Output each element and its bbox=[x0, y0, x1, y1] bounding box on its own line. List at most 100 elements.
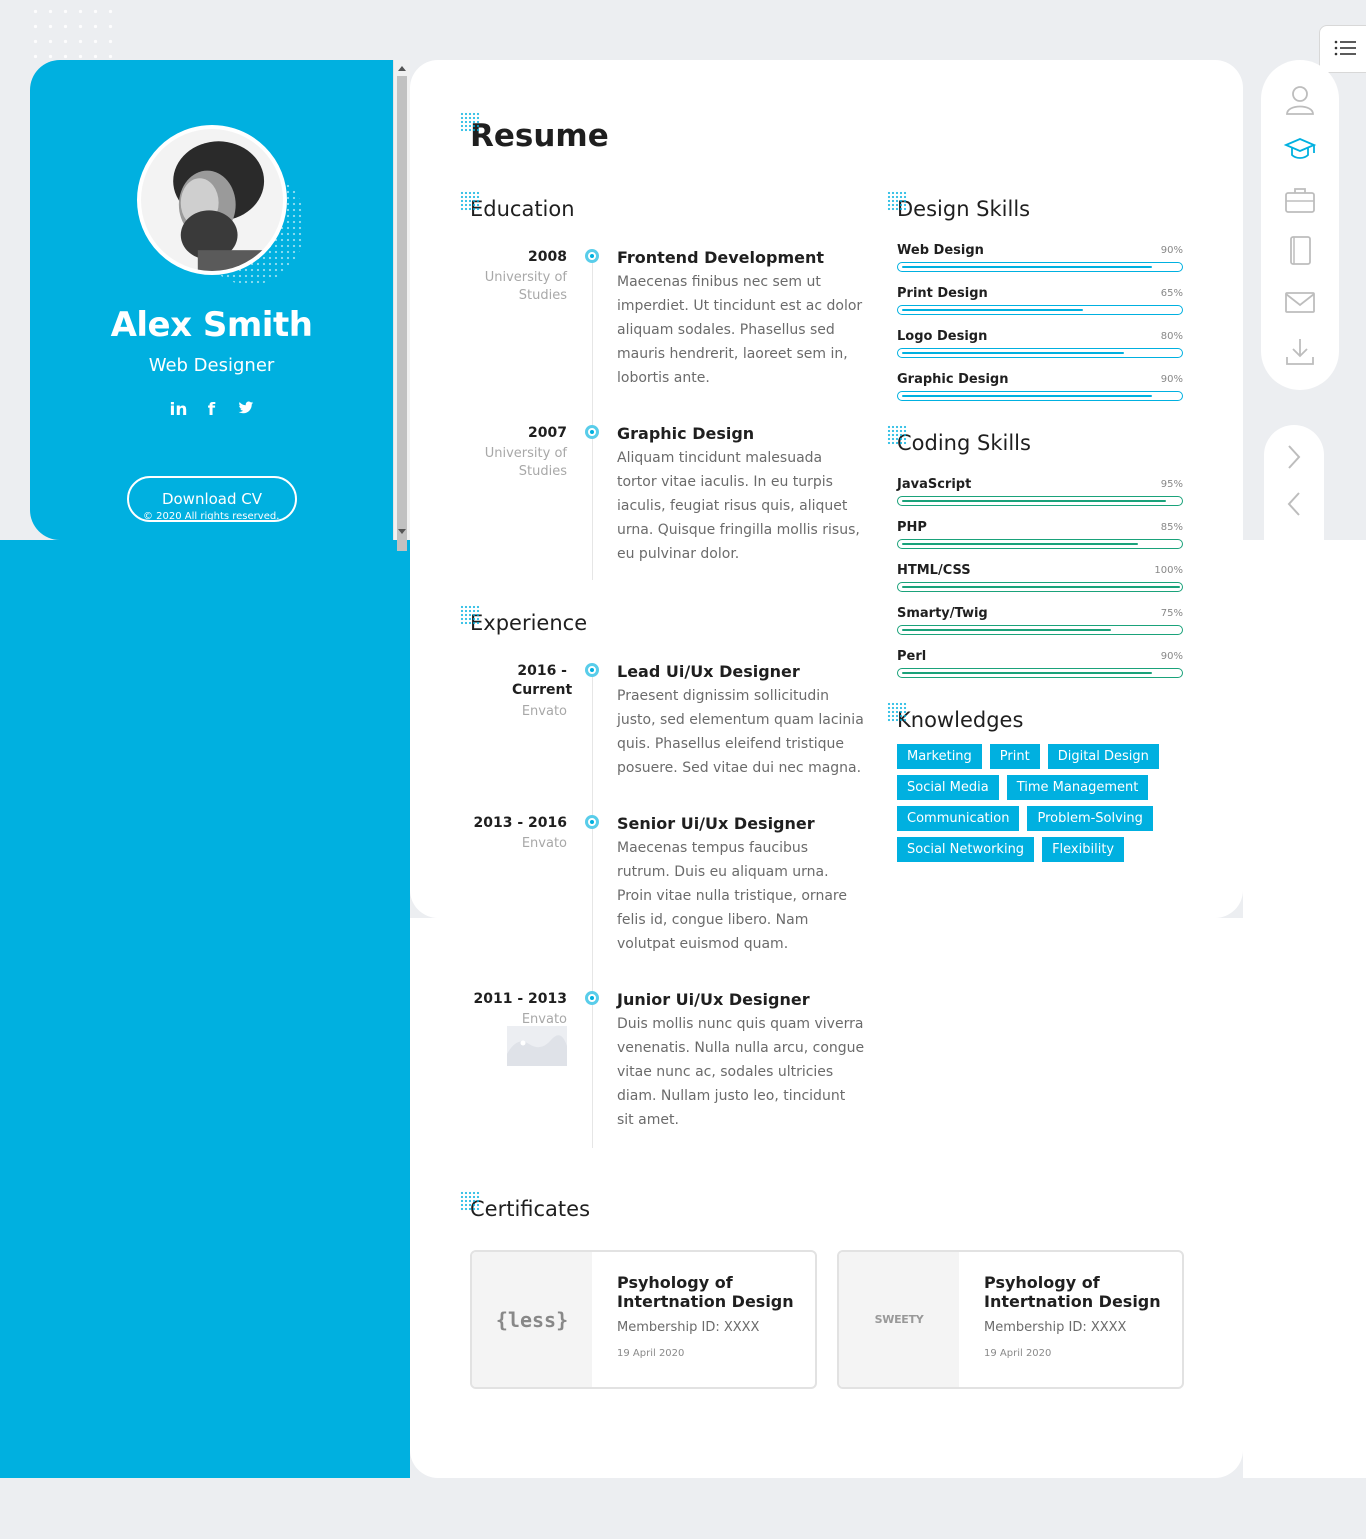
skill-progress-fill bbox=[902, 672, 1152, 674]
skill-progress-bar bbox=[897, 496, 1183, 506]
scroll-up-arrow-icon[interactable] bbox=[398, 66, 406, 71]
skill-label: Logo Design bbox=[897, 329, 988, 344]
facebook-icon[interactable]: f bbox=[204, 400, 220, 420]
skill-label: Graphic Design bbox=[897, 372, 1009, 387]
linkedin-icon[interactable]: in bbox=[170, 400, 188, 420]
certificate-card[interactable]: SWEETY Psyhology of Intertnation Design … bbox=[837, 1250, 1184, 1389]
certificate-date: 19 April 2020 bbox=[984, 1348, 1052, 1359]
skill-progress-bar bbox=[897, 668, 1183, 678]
entry-description: Maecenas finibus nec sem ut imperdiet. U… bbox=[617, 274, 863, 386]
certificate-logo: SWEETY bbox=[839, 1252, 959, 1387]
skill-percent: 90% bbox=[1160, 374, 1183, 385]
entry-title: Lead Ui/Ux Designer bbox=[617, 662, 800, 681]
knowledge-tag: Problem-Solving bbox=[1027, 806, 1153, 831]
menu-icon bbox=[1334, 40, 1356, 56]
entry-place: University of Studies bbox=[484, 270, 567, 303]
timeline-dot-icon bbox=[585, 249, 599, 263]
page-arrows bbox=[1264, 425, 1324, 540]
skill-label: Smarty/Twig bbox=[897, 606, 988, 621]
less-logo: {less} bbox=[495, 1307, 569, 1332]
skill-label: JavaScript bbox=[897, 477, 972, 492]
entry-title: Frontend Development bbox=[617, 248, 824, 267]
book-icon[interactable] bbox=[1283, 234, 1317, 268]
entry-title: Junior Ui/Ux Designer bbox=[617, 990, 810, 1009]
twitter-icon[interactable] bbox=[238, 400, 254, 420]
skill-label: Print Design bbox=[897, 286, 988, 301]
profile-scrollbar[interactable] bbox=[393, 60, 410, 551]
scrollbar-thumb[interactable] bbox=[397, 76, 407, 551]
skill-progress-bar bbox=[897, 539, 1183, 549]
skill-percent: 100% bbox=[1154, 565, 1183, 576]
menu-button[interactable] bbox=[1319, 25, 1366, 73]
avatar-photo bbox=[141, 129, 283, 271]
design-skills-heading: Design Skills bbox=[886, 191, 1031, 221]
certificate-id: Membership ID: XXXX bbox=[617, 1320, 760, 1335]
skill-percent: 80% bbox=[1160, 331, 1183, 342]
skill-progress-bar bbox=[897, 625, 1183, 635]
education-heading: Education bbox=[460, 191, 575, 221]
entry-title: Senior Ui/Ux Designer bbox=[617, 814, 815, 833]
briefcase-icon[interactable] bbox=[1283, 184, 1317, 218]
skill-percent: 90% bbox=[1160, 245, 1183, 256]
skill-progress-fill bbox=[902, 395, 1152, 397]
profile-role: Web Designer bbox=[148, 355, 275, 376]
profile-background bbox=[0, 540, 410, 1478]
copyright-text: © 2020 All rights reserved. bbox=[143, 511, 280, 522]
entry-description: Duis mollis nunc quis quam viverra venen… bbox=[617, 1016, 865, 1128]
timeline-dot-icon bbox=[585, 425, 599, 439]
knowledge-tag: Social Networking bbox=[897, 837, 1035, 862]
mail-icon[interactable] bbox=[1283, 285, 1317, 319]
entry-year: 2011 - 2013 bbox=[473, 991, 568, 1007]
skill-progress-fill bbox=[902, 629, 1111, 631]
certificate-id: Membership ID: XXXX bbox=[984, 1320, 1127, 1335]
education-timeline-line bbox=[592, 250, 593, 580]
profile-card: Alex Smith Web Designer in f Download CV… bbox=[30, 60, 410, 540]
skill-percent: 65% bbox=[1160, 288, 1183, 299]
entry-place: University of Studies bbox=[484, 446, 567, 479]
knowledge-tag: Time Management bbox=[1006, 775, 1149, 800]
entry-title: Graphic Design bbox=[617, 424, 755, 443]
knowledges-heading: Knowledges bbox=[886, 702, 1024, 732]
skill-progress-bar bbox=[897, 582, 1183, 592]
entry-description: Maecenas tempus faucibus rutrum. Duis eu… bbox=[617, 840, 847, 952]
entry-place: Envato bbox=[521, 704, 567, 719]
skill-progress-fill bbox=[902, 352, 1124, 354]
avatar bbox=[137, 125, 287, 275]
entry-place: Envato bbox=[521, 836, 567, 851]
download-icon[interactable] bbox=[1283, 335, 1317, 369]
skill-label: Perl bbox=[897, 649, 927, 664]
skill-progress-bar bbox=[897, 305, 1183, 315]
social-links: in f bbox=[30, 400, 393, 420]
scroll-down-arrow-icon[interactable] bbox=[398, 529, 406, 534]
certificate-card[interactable]: {less} Psyhology of Intertnation Design … bbox=[470, 1250, 817, 1389]
skill-percent: 75% bbox=[1160, 608, 1183, 619]
certificate-date: 19 April 2020 bbox=[617, 1348, 685, 1359]
timeline-dot-icon bbox=[585, 663, 599, 677]
certificate-title: Psyhology of Intertnation Design bbox=[617, 1273, 794, 1311]
image-placeholder-icon bbox=[507, 1026, 567, 1066]
skill-label: Web Design bbox=[897, 243, 984, 258]
coding-skills-heading: Coding Skills bbox=[887, 425, 1031, 455]
experience-heading: Experience bbox=[459, 605, 588, 635]
skill-progress-fill bbox=[902, 586, 1180, 588]
chevron-left-icon[interactable] bbox=[1284, 490, 1304, 518]
skill-progress-fill bbox=[902, 500, 1166, 502]
certificate-title: Psyhology of Intertnation Design bbox=[984, 1273, 1161, 1311]
knowledges-tags: Marketing Print Digital Design Social Media… bbox=[897, 744, 1187, 862]
entry-description: Praesent dignissim sollicitudin justo, s… bbox=[617, 688, 864, 776]
page-title: Resume bbox=[460, 112, 609, 154]
entry-year: 2007 bbox=[528, 425, 567, 441]
avatar-wrap bbox=[137, 125, 305, 285]
knowledge-tag: Digital Design bbox=[1047, 744, 1159, 769]
skill-progress-bar bbox=[897, 262, 1183, 272]
skill-percent: 95% bbox=[1160, 479, 1183, 490]
skill-label: PHP bbox=[897, 520, 927, 535]
section-nav bbox=[1261, 60, 1339, 390]
certificates-heading: Certificates bbox=[459, 1191, 591, 1221]
right-background bbox=[1243, 540, 1366, 1478]
entry-description: Aliquam tincidunt malesuada tortor vitae… bbox=[617, 450, 860, 562]
knowledge-tag: Print bbox=[989, 744, 1040, 769]
graduation-cap-icon[interactable] bbox=[1283, 133, 1317, 167]
user-icon[interactable] bbox=[1283, 82, 1317, 116]
chevron-right-icon[interactable] bbox=[1284, 443, 1304, 471]
